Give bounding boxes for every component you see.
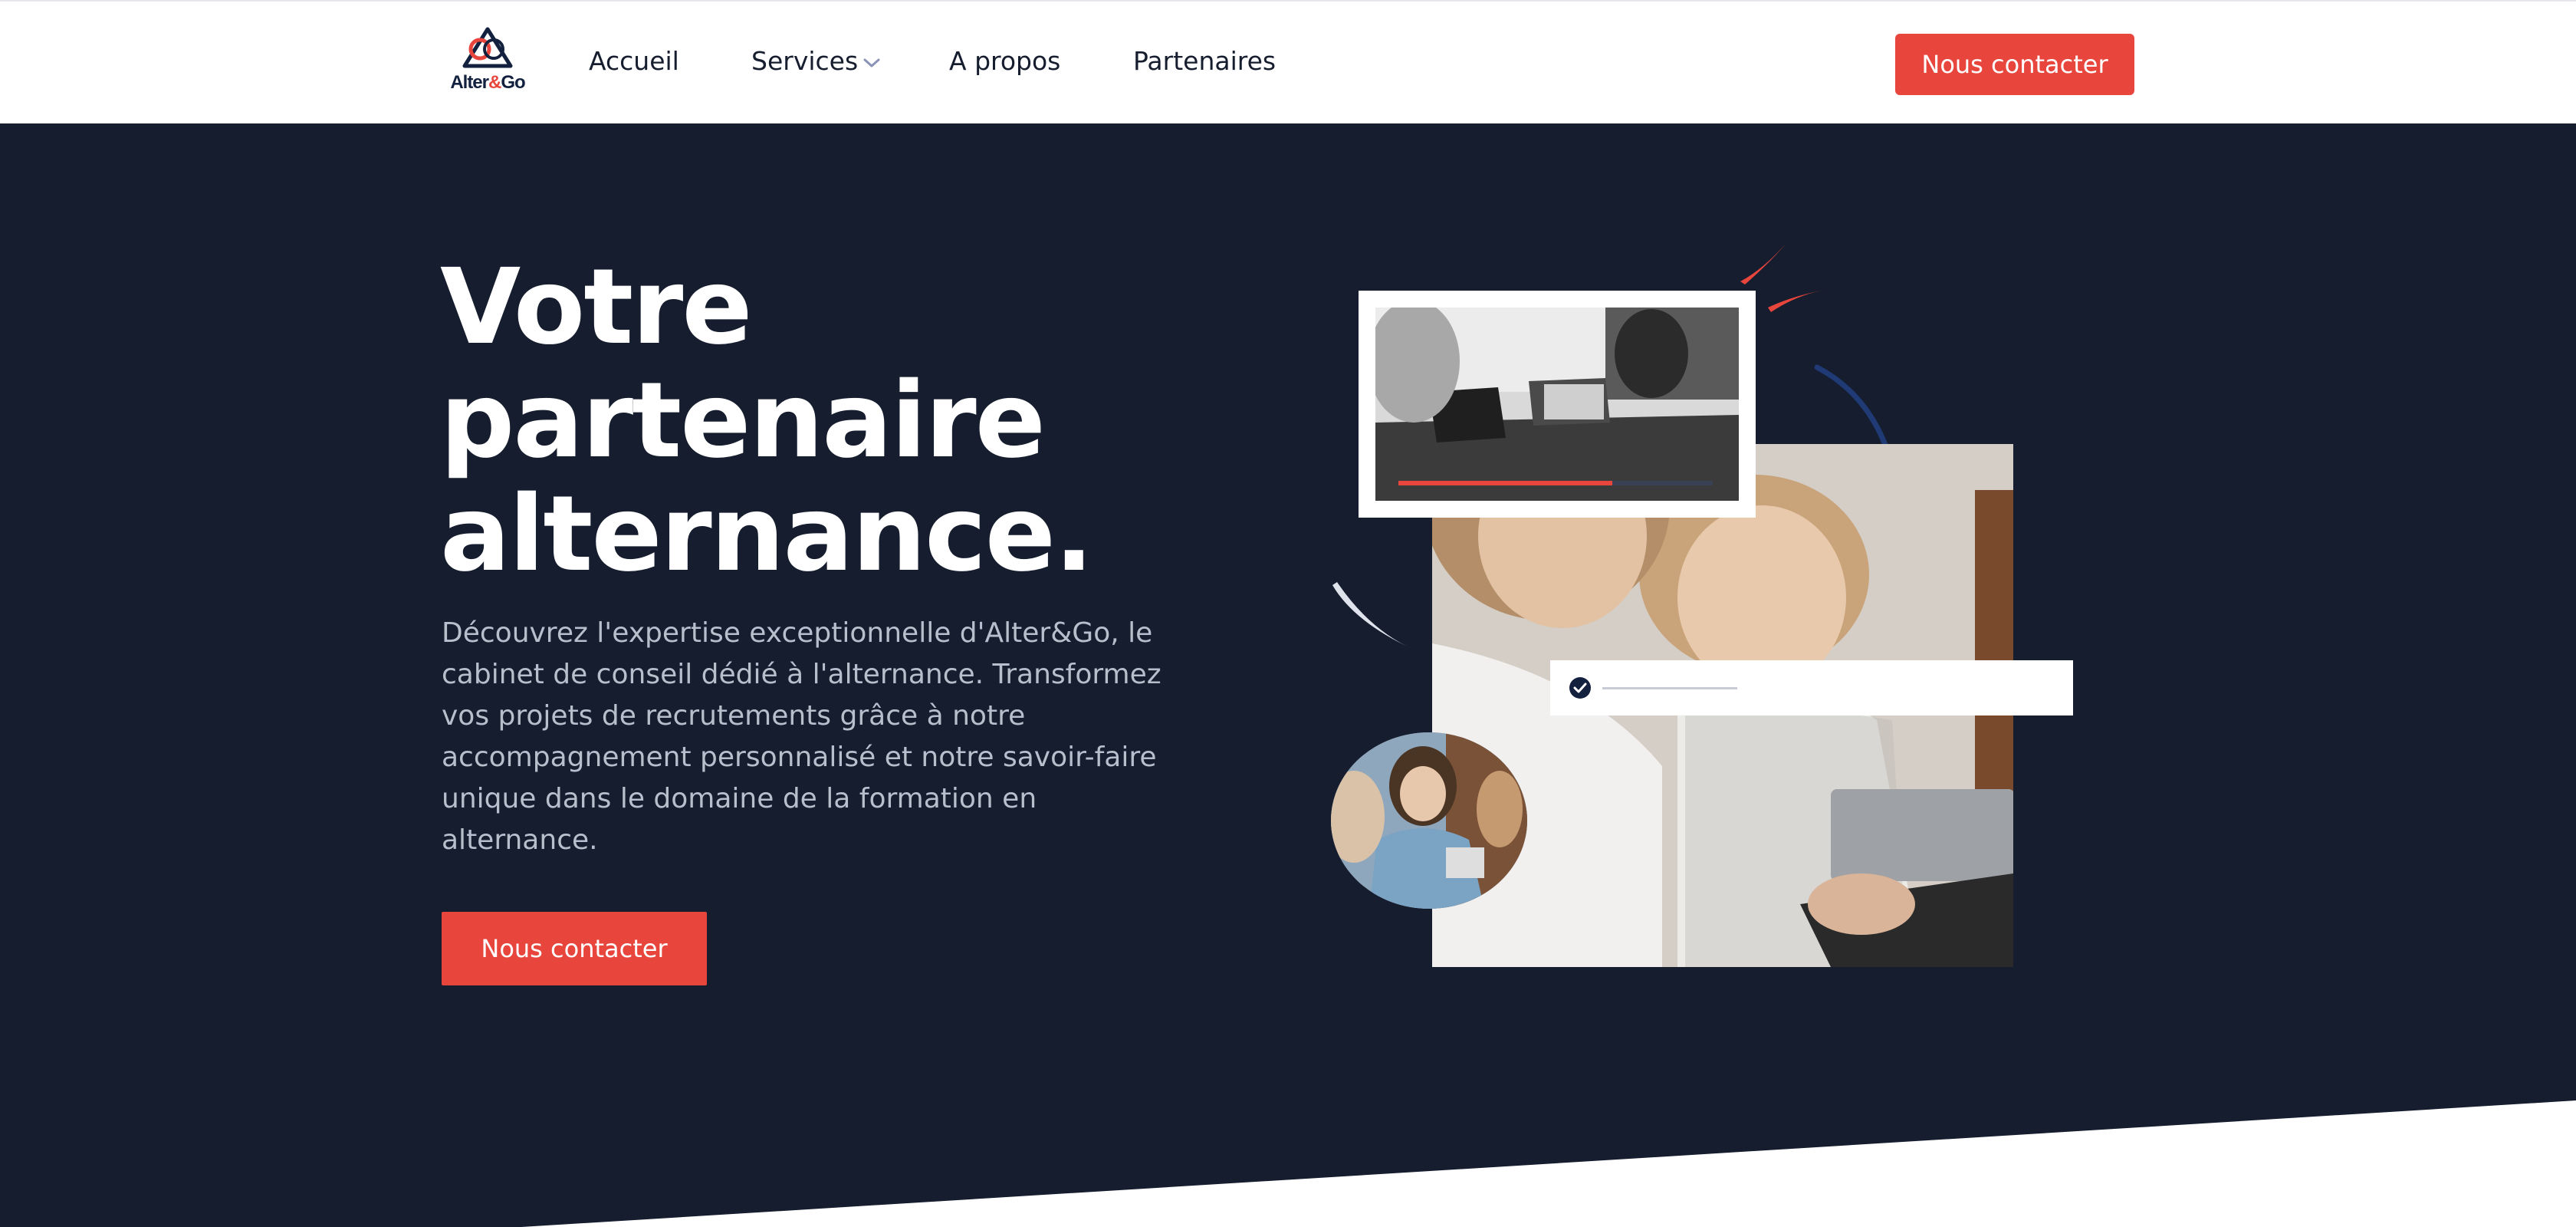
hero-section: Votre partenaire alternance. Découvrez l… bbox=[0, 123, 2576, 1227]
nav-services[interactable]: Services bbox=[751, 46, 882, 77]
logo-icon bbox=[462, 27, 513, 68]
nav-partenaires[interactable]: Partenaires bbox=[1133, 46, 1276, 77]
hero-title-line-3: alternance. bbox=[440, 474, 1094, 595]
hero-title-line-1: Votre bbox=[440, 247, 753, 368]
brand-logo[interactable]: Alter&Go bbox=[443, 26, 532, 97]
video-preview-card[interactable] bbox=[1359, 291, 1756, 518]
header-contact-button[interactable]: Nous contacter bbox=[1895, 34, 2134, 95]
check-circle-icon bbox=[1569, 677, 1591, 699]
video-progress-fill bbox=[1398, 481, 1612, 485]
hero-slanted-divider bbox=[521, 1100, 2576, 1227]
checklist-placeholder-line bbox=[1602, 686, 1737, 689]
hero-contact-button[interactable]: Nous contacter bbox=[442, 912, 707, 985]
nav-accueil[interactable]: Accueil bbox=[589, 46, 679, 77]
site-header: Alter&Go Accueil Services A propos Parte… bbox=[0, 0, 2576, 123]
team-circle-photo bbox=[1331, 732, 1527, 909]
hero-title: Votre partenaire alternance. bbox=[440, 251, 1130, 591]
video-preview-image bbox=[1375, 308, 1739, 501]
nav-a-propos[interactable]: A propos bbox=[949, 46, 1060, 77]
team-meeting-illustration bbox=[1331, 732, 1527, 909]
hero-title-line-2: partenaire bbox=[440, 360, 1046, 482]
chevron-down-icon bbox=[863, 58, 880, 67]
logo-wordmark: Alter&Go bbox=[450, 72, 525, 93]
checklist-card bbox=[1550, 660, 2073, 715]
nav-services-label: Services bbox=[751, 46, 859, 76]
hero-description: Découvrez l'expertise exceptionnelle d'A… bbox=[442, 617, 1162, 856]
white-accent-stroke bbox=[1332, 582, 1414, 650]
office-laptops-illustration bbox=[1375, 308, 1739, 501]
